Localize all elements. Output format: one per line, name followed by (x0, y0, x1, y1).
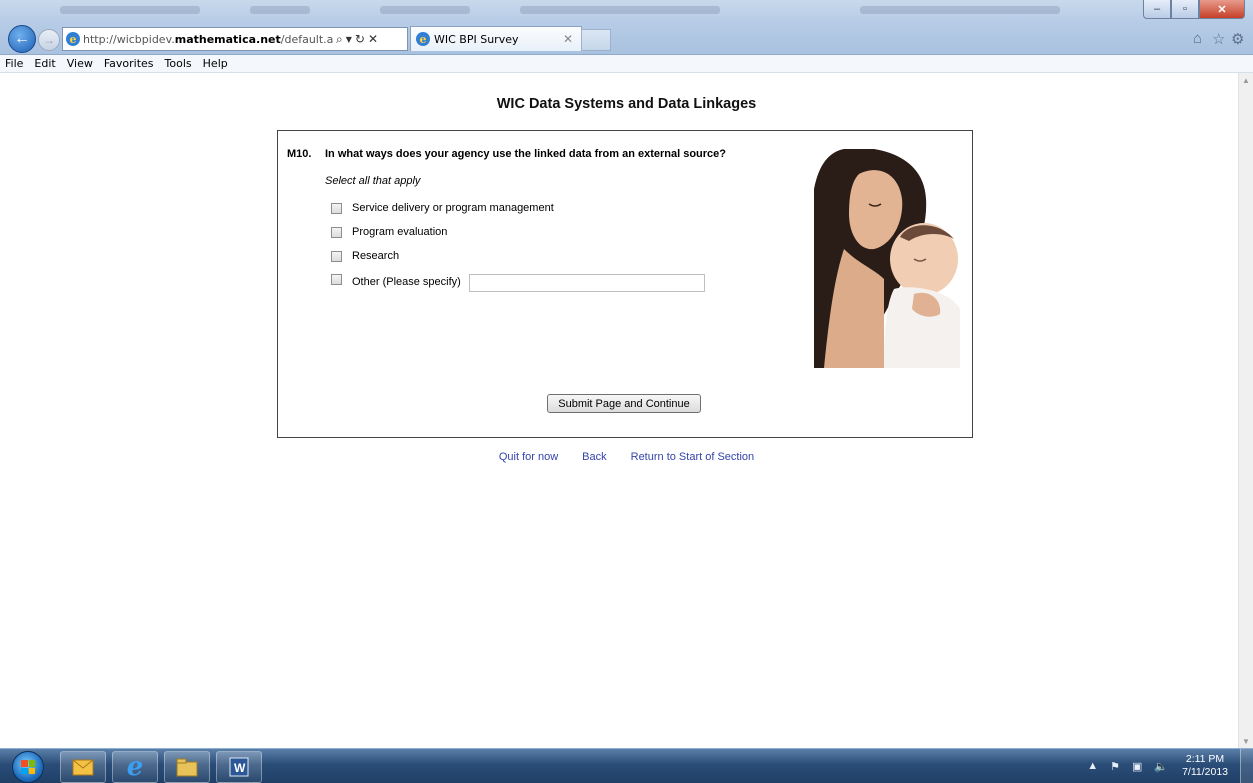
network-icon[interactable]: ▣ (1132, 760, 1142, 773)
checkbox[interactable] (331, 226, 342, 238)
dropdown-icon[interactable]: ▼ (346, 35, 352, 44)
option-label: Service delivery or program management (352, 202, 554, 214)
address-bar[interactable]: e http://wicbpidev.mathematica.net/defau… (62, 27, 408, 51)
option-label: Other (Please specify) (352, 276, 461, 288)
maximize-button[interactable]: ▫ (1171, 0, 1199, 19)
option-label: Research (352, 250, 400, 262)
favorites-star-icon[interactable]: ☆ (1212, 30, 1225, 48)
back-link[interactable]: Back (582, 451, 606, 463)
file-explorer-icon[interactable] (164, 751, 210, 783)
word-icon[interactable]: W (216, 751, 262, 783)
clock[interactable]: 2:11 PM 7/11/2013 (1182, 753, 1228, 779)
checkbox[interactable] (331, 273, 342, 285)
forward-arrow-icon: → (43, 33, 55, 47)
question-number: M10. (287, 148, 312, 160)
window-controls: – ▫ ✕ (1143, 0, 1245, 19)
browser-title-bar: – ▫ ✕ ← → e http://wicbpidev.mathematica… (0, 0, 1253, 55)
menu-help[interactable]: Help (198, 57, 234, 70)
mother-and-baby-photo (814, 149, 960, 368)
question-text: In what ways does your agency use the li… (325, 148, 727, 160)
vertical-scrollbar[interactable]: ▲ ▼ (1238, 73, 1253, 748)
option-label: Program evaluation (352, 226, 448, 238)
internet-explorer-icon[interactable]: e (112, 751, 158, 783)
search-icon[interactable]: ⌕ (336, 32, 343, 47)
gear-icon[interactable]: ⚙ (1231, 30, 1244, 48)
survey-navigation: Quit for now Back Return to Start of Sec… (0, 451, 1253, 463)
windows-start-icon[interactable] (12, 751, 44, 783)
scroll-down-icon[interactable]: ▼ (1239, 734, 1253, 748)
menu-view[interactable]: View (62, 57, 99, 70)
windows-taskbar: e W ▲ ⚑ ▣ 🔈 2:11 PM 7/11/2013 (0, 748, 1253, 783)
minimize-button[interactable]: – (1143, 0, 1171, 19)
survey-question-panel: M10. In what ways does your agency use t… (277, 130, 973, 438)
clock-time: 2:11 PM (1185, 753, 1225, 765)
option-other[interactable]: Other (Please specify) (331, 273, 461, 288)
forward-button[interactable]: → (38, 29, 60, 51)
close-window-button[interactable]: ✕ (1199, 0, 1245, 19)
tab-close-icon[interactable]: ✕ (563, 32, 573, 46)
stop-icon[interactable]: ✕ (368, 32, 378, 46)
option-program-evaluation[interactable]: Program evaluation (331, 226, 447, 238)
flag-icon[interactable]: ⚑ (1110, 760, 1120, 773)
tab-title: WIC BPI Survey (434, 32, 519, 46)
home-icon[interactable]: ⌂ (1193, 30, 1202, 47)
other-specify-input[interactable] (469, 274, 705, 292)
menu-bar: File Edit View Favorites Tools Help (0, 55, 1253, 73)
scroll-up-icon[interactable]: ▲ (1239, 73, 1253, 87)
ie-icon: e (416, 32, 430, 46)
menu-edit[interactable]: Edit (29, 57, 61, 70)
clock-date: 7/11/2013 (1182, 766, 1228, 778)
ie-icon: e (66, 32, 80, 46)
option-research[interactable]: Research (331, 250, 399, 262)
return-to-start-link[interactable]: Return to Start of Section (631, 451, 755, 463)
question-instruction: Select all that apply (325, 175, 421, 187)
menu-tools[interactable]: Tools (160, 57, 198, 70)
checkbox[interactable] (331, 202, 342, 214)
volume-icon[interactable]: 🔈 (1154, 760, 1168, 773)
tab-wic-bpi-survey[interactable]: e WIC BPI Survey ✕ (410, 26, 582, 51)
menu-favorites[interactable]: Favorites (99, 57, 160, 70)
outlook-icon[interactable] (60, 751, 106, 783)
system-tray: ▲ ⚑ ▣ 🔈 2:11 PM 7/11/2013 (1081, 749, 1253, 783)
menu-file[interactable]: File (0, 57, 29, 70)
page-title: WIC Data Systems and Data Linkages (496, 96, 757, 112)
submit-page-button[interactable]: Submit Page and Continue (547, 394, 701, 413)
option-service-delivery[interactable]: Service delivery or program management (331, 202, 554, 214)
back-button[interactable]: ← (8, 25, 36, 53)
show-desktop-button[interactable] (1240, 749, 1253, 783)
back-arrow-icon: ← (14, 30, 30, 47)
refresh-icon[interactable]: ↻ (355, 32, 365, 46)
quit-for-now-link[interactable]: Quit for now (499, 451, 558, 463)
new-tab-button[interactable] (581, 29, 611, 51)
svg-text:W: W (234, 761, 246, 775)
url-text[interactable]: http://wicbpidev.mathematica.net/default… (83, 33, 333, 46)
checkbox[interactable] (331, 250, 342, 262)
show-hidden-icons-icon[interactable]: ▲ (1087, 760, 1098, 772)
